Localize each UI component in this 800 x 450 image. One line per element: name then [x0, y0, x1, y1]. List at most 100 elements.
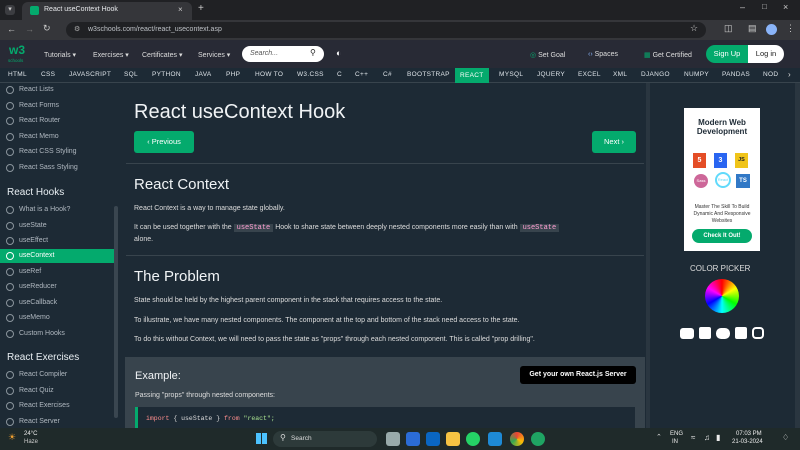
taskbar-search-box[interactable]: ⚲ Search [273, 431, 377, 447]
sidebar-item-usecontext[interactable]: useContext [0, 249, 114, 263]
spaces-link[interactable]: ‹› Spaces [588, 51, 618, 58]
lang-bootstrap[interactable]: BOOTSTRAP [407, 71, 450, 78]
input-language-1[interactable]: ENG [670, 431, 683, 437]
sidebar-item-react-memo[interactable]: React Memo [0, 130, 114, 144]
lang-django[interactable]: DJANGO [641, 71, 670, 78]
sidebar-item-react-server[interactable]: React Server [0, 415, 114, 429]
nav-exercises[interactable]: Exercises ▾ [93, 51, 129, 59]
discord-icon[interactable] [716, 328, 730, 339]
app-icon-video[interactable] [406, 432, 420, 446]
lang-w3css[interactable]: W3.CSS [297, 71, 324, 78]
reload-icon[interactable]: ↻ [43, 23, 51, 34]
lang-html[interactable]: HTML [8, 71, 27, 78]
tab-search-icon[interactable]: ▾ [5, 5, 15, 15]
lang-css[interactable]: CSS [41, 71, 55, 78]
lang-howto[interactable]: HOW TO [255, 71, 283, 78]
lang-pandas[interactable]: PANDAS [722, 71, 750, 78]
theme-toggle-icon[interactable]: ◐ [336, 48, 341, 58]
lang-javascript[interactable]: JAVASCRIPT [69, 71, 111, 78]
minimize-icon[interactable]: – [740, 2, 745, 12]
vscode-icon[interactable] [488, 432, 502, 446]
lang-react[interactable]: REACT [455, 68, 489, 83]
sidebar-item-react-forms[interactable]: React Forms [0, 99, 114, 113]
search-input[interactable]: Search... ⚲ [242, 46, 324, 62]
profile-avatar[interactable] [766, 24, 777, 35]
chrome-icon[interactable] [510, 432, 524, 446]
wifi-icon[interactable]: ≈ [691, 433, 695, 442]
clock-date[interactable]: 21-03-2024 [732, 439, 763, 445]
task-view-icon[interactable] [386, 432, 400, 446]
lang-numpy[interactable]: NUMPY [684, 71, 709, 78]
facebook-icon[interactable] [735, 327, 747, 339]
lang-c[interactable]: C [337, 71, 342, 78]
extensions-icon[interactable]: ◫ [724, 23, 733, 34]
lang-mysql[interactable]: MYSQL [499, 71, 523, 78]
sidebar-item-react-compiler[interactable]: React Compiler [0, 368, 114, 382]
get-server-button[interactable]: Get your own React.js Server [520, 366, 636, 384]
youtube-icon[interactable] [680, 328, 694, 339]
lang-cpp[interactable]: C++ [355, 71, 368, 78]
sidebar-item-custom-hooks[interactable]: Custom Hooks [0, 327, 114, 341]
sidebar-item-what-is-hook[interactable]: What is a Hook? [0, 203, 114, 217]
start-button-icon[interactable] [256, 433, 267, 444]
maximize-icon[interactable]: □ [762, 2, 767, 11]
sidebar-item-react-router[interactable]: React Router [0, 114, 114, 128]
lang-sql[interactable]: SQL [124, 71, 138, 78]
page-scrollbar[interactable] [795, 83, 800, 428]
lang-python[interactable]: PYTHON [152, 71, 181, 78]
set-goal-link[interactable]: ◎ Set Goal [530, 51, 565, 59]
linkedin-icon[interactable] [699, 327, 711, 339]
sidebar-item-usestate[interactable]: useState [0, 219, 114, 233]
sidebar-item-useref[interactable]: useRef [0, 265, 114, 279]
sidebar-item-react-lists[interactable]: React Lists [0, 83, 114, 97]
next-button[interactable]: Next › [592, 131, 636, 153]
sign-up-button[interactable]: Sign Up [706, 45, 748, 63]
main-scrollbar[interactable] [646, 83, 650, 428]
site-info-icon[interactable]: ⚙ [74, 25, 80, 33]
nav-certificates[interactable]: Certificates ▾ [142, 51, 182, 59]
linkedin-app-icon[interactable] [426, 432, 440, 446]
volume-icon[interactable]: ♫ [704, 433, 710, 442]
battery-icon[interactable]: ▮ [716, 433, 720, 442]
sidebar-item-react-quiz[interactable]: React Quiz [0, 384, 114, 398]
color-picker-hexagon-icon[interactable] [705, 279, 739, 313]
clock-time[interactable]: 07:03 PM [736, 431, 762, 437]
sidepanel-icon[interactable]: ▤ [748, 23, 757, 34]
sidebar-item-react-sass-styling[interactable]: React Sass Styling [0, 161, 114, 175]
close-window-icon[interactable]: × [783, 2, 788, 12]
tray-chevron-icon[interactable]: ⌃ [656, 433, 662, 441]
browser-menu-icon[interactable]: ⋮ [786, 23, 795, 34]
browser-tab[interactable]: React useContext Hook × [22, 2, 192, 20]
address-bar[interactable]: ⚙ w3schools.com/react/react_usecontext.a… [66, 22, 706, 38]
lang-java[interactable]: JAVA [195, 71, 212, 78]
instagram-icon[interactable] [752, 327, 764, 339]
bookmark-star-icon[interactable]: ☆ [690, 23, 698, 34]
ad-banner[interactable]: Modern Web Development 5 3 JS Sass React… [684, 108, 760, 251]
lang-jquery[interactable]: JQUERY [537, 71, 565, 78]
lang-php[interactable]: PHP [226, 71, 240, 78]
lang-excel[interactable]: EXCEL [578, 71, 601, 78]
ad-cta-button[interactable]: Check It Out! [692, 229, 752, 243]
langbar-next-icon[interactable]: › [788, 70, 791, 79]
back-icon[interactable]: ← [7, 24, 16, 34]
previous-button[interactable]: ‹ Previous [134, 131, 194, 153]
sidebar-item-react-css-styling[interactable]: React CSS Styling [0, 145, 114, 159]
w3schools-logo[interactable]: w3 schools [8, 43, 28, 65]
file-explorer-icon[interactable] [446, 432, 460, 446]
whatsapp-icon[interactable] [466, 432, 480, 446]
sidebar-item-react-exercises[interactable]: React Exercises [0, 399, 114, 413]
sidebar-item-usecallback[interactable]: useCallback [0, 296, 114, 310]
lang-xml[interactable]: XML [613, 71, 627, 78]
notification-bell-icon[interactable]: ♢ [782, 433, 789, 442]
search-icon[interactable]: ⚲ [310, 48, 316, 57]
lang-nodejs[interactable]: NOD [763, 71, 778, 78]
sidebar-item-usememo[interactable]: useMemo [0, 311, 114, 325]
tab-close-icon[interactable]: × [178, 5, 183, 14]
lang-csharp[interactable]: C# [383, 71, 392, 78]
get-certified-link[interactable]: ▦ Get Certified [644, 51, 692, 59]
sidebar-item-useeffect[interactable]: useEffect [0, 234, 114, 248]
nav-services[interactable]: Services ▾ [198, 51, 230, 59]
sidebar-item-usereducer[interactable]: useReducer [0, 280, 114, 294]
app-icon-green[interactable] [531, 432, 545, 446]
sidebar-scrollbar[interactable] [114, 206, 118, 418]
